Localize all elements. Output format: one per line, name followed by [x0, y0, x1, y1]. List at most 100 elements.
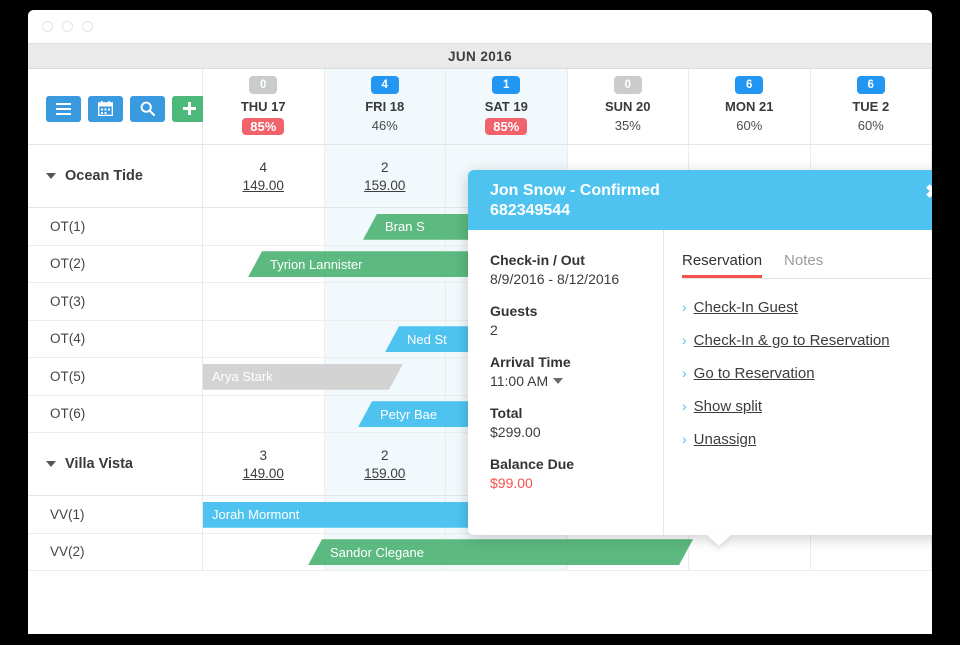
field-label: Balance Due — [490, 456, 575, 472]
reservation-guest-name: Sandor Clegane — [330, 544, 424, 560]
day-count-badge: 1 — [492, 76, 521, 94]
field-label: Arrival Time — [490, 354, 571, 370]
nightly-rate[interactable]: 149.00 — [243, 466, 284, 481]
day-column-tue-2[interactable]: 6 TUE 2 60% — [810, 69, 932, 144]
day-count-badge: 0 — [249, 76, 278, 94]
action-link[interactable]: › Go to Reservation — [682, 365, 932, 382]
close-icon[interactable]: ✖ — [925, 183, 932, 202]
reservation-guest-name: Jorah Mormont — [212, 507, 300, 523]
reservation-guest-name: Petyr Bae — [380, 406, 438, 422]
field-value-text: 2 — [490, 322, 498, 338]
window-titlebar — [28, 10, 932, 43]
month-label: JUN 2016 — [28, 43, 932, 69]
day-column-sun-20[interactable]: 0 SUN 20 35% — [567, 69, 689, 144]
chevron-right-icon: › — [682, 398, 687, 414]
calendar-icon — [98, 101, 113, 116]
field-value: $299.00 — [490, 424, 663, 440]
action-label: Show split — [693, 398, 763, 415]
reservation-guest-name: Tyrion Lannister — [270, 256, 363, 272]
day-count-badge: 6 — [735, 76, 764, 94]
field-value[interactable]: 11:00 AM — [490, 373, 663, 389]
day-count-badge: 4 — [370, 76, 399, 94]
chevron-right-icon: › — [682, 332, 687, 348]
room-day-cell[interactable] — [203, 395, 325, 433]
field-value-text: $299.00 — [490, 424, 541, 440]
room-label[interactable]: VV(1) — [28, 496, 203, 534]
room-day-cell[interactable] — [203, 320, 325, 358]
day-name: SUN 20 — [604, 99, 651, 114]
day-name: SAT 19 — [484, 99, 528, 114]
nightly-rate[interactable]: 159.00 — [364, 466, 405, 481]
caret-down-icon — [46, 173, 56, 179]
day-name: TUE 2 — [852, 99, 890, 114]
window-minimize-dot[interactable] — [62, 21, 73, 32]
tab-reservation[interactable]: Reservation — [682, 252, 762, 278]
chevron-right-icon: › — [682, 299, 687, 315]
popup-body: Check-in / Out 8/9/2016 - 8/12/2016 Guests… — [468, 230, 932, 535]
action-link[interactable]: › Check-In & go to Reservation — [682, 332, 932, 349]
popup-reservation-number: 682349544 — [490, 202, 571, 219]
action-link[interactable]: › Show split — [682, 398, 932, 415]
room-label[interactable]: VV(2) — [28, 533, 203, 571]
day-column-mon-21[interactable]: 6 MON 21 60% — [689, 69, 811, 144]
day-occupancy-percent: 60% — [857, 118, 884, 133]
room-label[interactable]: OT(1) — [28, 208, 203, 246]
reservation-bar[interactable]: Jorah Mormont — [203, 502, 493, 528]
group-availability-cell[interactable]: 3 149.00 — [203, 433, 325, 496]
action-label: Check-In & go to Reservation — [693, 332, 890, 349]
caret-down-icon — [46, 461, 56, 467]
availability-count: 4 — [259, 159, 267, 175]
day-column-sat-19[interactable]: 1 SAT 19 85% — [446, 69, 568, 144]
group-availability-cell[interactable]: 2 159.00 — [324, 433, 446, 496]
window-close-dot[interactable] — [42, 21, 53, 32]
room-label[interactable]: OT(5) — [28, 358, 203, 396]
room-day-cell[interactable] — [810, 533, 932, 571]
popup-actions-column: Reservation Notes › Check-In Guest › Check-I… — [664, 230, 932, 535]
room-day-cell[interactable] — [203, 533, 325, 571]
day-occupancy-percent: 85% — [242, 118, 285, 135]
plus-icon — [183, 102, 196, 115]
room-day-cell[interactable] — [203, 208, 325, 246]
field-value-text: 11:00 AM — [490, 373, 549, 389]
room-day-cell[interactable] — [324, 283, 446, 321]
field-value: 8/9/2016 - 8/12/2016 — [490, 271, 663, 287]
group-availability-cell[interactable]: 4 149.00 — [203, 145, 325, 208]
room-label[interactable]: OT(6) — [28, 395, 203, 433]
action-label: Check-In Guest — [693, 299, 798, 316]
room-label[interactable]: OT(2) — [28, 245, 203, 283]
window-maximize-dot[interactable] — [82, 21, 93, 32]
action-label: Go to Reservation — [693, 365, 815, 382]
reservation-bar[interactable]: Sandor Clegane — [308, 539, 693, 565]
search-button[interactable] — [130, 95, 165, 122]
room-label[interactable]: OT(4) — [28, 320, 203, 358]
day-column-thu-17[interactable]: 0 THU 17 85% — [203, 69, 325, 144]
group-availability-cell[interactable]: 2 159.00 — [324, 145, 446, 208]
day-count-badge: 6 — [856, 76, 885, 94]
day-name: FRI 18 — [365, 99, 405, 114]
group-header[interactable]: Villa Vista — [28, 433, 203, 496]
room-label[interactable]: OT(3) — [28, 283, 203, 321]
popup-title: Jon Snow - Confirmed — [490, 182, 660, 199]
popup-pointer — [707, 535, 731, 546]
room-day-cell[interactable] — [203, 283, 325, 321]
day-occupancy-percent: 46% — [371, 118, 398, 133]
popup-details-column: Check-in / Out 8/9/2016 - 8/12/2016 Guests… — [468, 230, 664, 535]
chevron-down-icon[interactable] — [553, 378, 564, 384]
tab-notes[interactable]: Notes — [784, 252, 823, 278]
field-value-text: $99.00 — [490, 475, 533, 491]
group-header[interactable]: Ocean Tide — [28, 145, 203, 208]
day-column-fri-18[interactable]: 4 FRI 18 46% — [324, 69, 446, 144]
action-link[interactable]: › Unassign — [682, 431, 932, 448]
action-link[interactable]: › Check-In Guest — [682, 299, 932, 316]
add-reservation-button[interactable] — [172, 95, 207, 122]
nightly-rate[interactable]: 159.00 — [364, 178, 405, 193]
nightly-rate[interactable]: 149.00 — [243, 178, 284, 193]
action-label: Unassign — [693, 431, 757, 448]
day-occupancy-percent: 60% — [736, 118, 763, 133]
chevron-right-icon: › — [682, 431, 687, 447]
reservation-bar[interactable]: Arya Stark — [203, 364, 403, 390]
calendar-button[interactable] — [88, 95, 123, 122]
popup-tabs: Reservation Notes — [682, 252, 932, 279]
reservation-guest-name: Arya Stark — [212, 369, 273, 385]
menu-button[interactable] — [46, 95, 81, 122]
